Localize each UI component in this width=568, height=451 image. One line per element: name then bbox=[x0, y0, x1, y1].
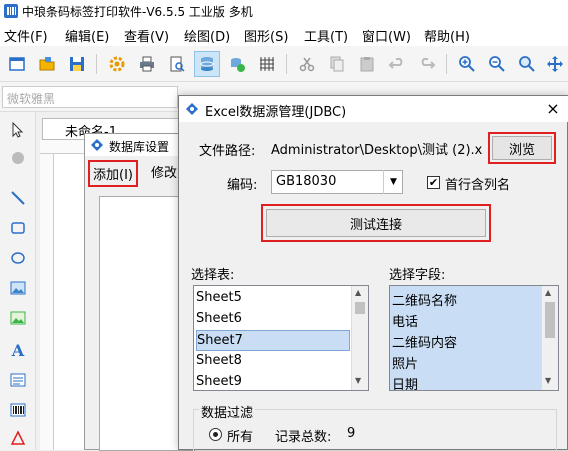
field-list-scrollbar[interactable]: ▲ ▼ bbox=[541, 286, 558, 390]
test-connection-highlight: 测试连接 bbox=[261, 204, 491, 242]
line-tool-icon[interactable] bbox=[6, 186, 30, 210]
dialog-logo-icon bbox=[186, 103, 198, 115]
dialog-title: Excel数据源管理(JDBC) bbox=[205, 105, 347, 120]
header-row-checkbox[interactable]: ✔ bbox=[427, 176, 440, 189]
settings-gear-icon[interactable] bbox=[104, 51, 130, 77]
zoom-fit-icon[interactable] bbox=[514, 51, 540, 77]
app-titlebar: 中琅条码标签打印软件-V6.5.5 工业版 多机 bbox=[0, 0, 568, 22]
rectangle-tool-icon[interactable] bbox=[6, 216, 30, 240]
new-icon[interactable] bbox=[4, 51, 30, 77]
print-icon[interactable] bbox=[134, 51, 160, 77]
redo-icon[interactable] bbox=[414, 51, 440, 77]
image-tool-icon[interactable] bbox=[6, 276, 30, 300]
open-icon[interactable] bbox=[34, 51, 60, 77]
rich-text-tool-icon[interactable] bbox=[6, 368, 30, 392]
excel-datasource-dialog: Excel数据源管理(JDBC) × 文件路径: Administrator\D… bbox=[178, 95, 568, 451]
app-logo-icon bbox=[4, 4, 18, 18]
record-count-value: 9 bbox=[347, 426, 356, 441]
app-title: 中琅条码标签打印软件-V6.5.5 工业版 多机 bbox=[22, 5, 253, 19]
database-icon[interactable] bbox=[194, 51, 220, 77]
text-tool-icon[interactable]: A bbox=[6, 338, 30, 362]
encoding-label: 编码: bbox=[227, 178, 258, 193]
menu-tools[interactable]: 工具(T) bbox=[304, 26, 348, 45]
menu-help[interactable]: 帮助(H) bbox=[424, 26, 470, 45]
ellipse-tool-icon[interactable] bbox=[6, 246, 30, 270]
scroll-down-icon[interactable]: ▼ bbox=[355, 376, 361, 385]
left-toolbox: A bbox=[0, 112, 36, 450]
sheet-item[interactable]: Sheet5 bbox=[196, 288, 350, 309]
test-connection-button[interactable]: 测试连接 bbox=[266, 209, 486, 237]
grid-icon[interactable] bbox=[254, 51, 280, 77]
database-settings-logo-icon bbox=[91, 139, 103, 151]
dialog-close-icon[interactable]: × bbox=[543, 99, 563, 118]
move-icon[interactable] bbox=[542, 51, 568, 77]
menu-file[interactable]: 文件(F) bbox=[4, 26, 48, 45]
menu-edit[interactable]: 编辑(E) bbox=[65, 26, 109, 45]
field-item[interactable]: 日期 bbox=[392, 372, 546, 390]
browse-button[interactable]: 浏览 bbox=[492, 136, 552, 160]
undo-icon[interactable] bbox=[384, 51, 410, 77]
sheet-item-selected[interactable]: Sheet7 bbox=[196, 330, 350, 351]
copy-icon[interactable] bbox=[324, 51, 350, 77]
sheet-item[interactable]: Sheet9 bbox=[196, 372, 350, 390]
zoom-out-icon[interactable] bbox=[484, 51, 510, 77]
select-sheet-label: 选择表: bbox=[191, 268, 235, 283]
add-datasource-button[interactable]: 添加(I) bbox=[88, 160, 138, 187]
rotate-tool-icon[interactable] bbox=[6, 146, 30, 170]
shape-tool-icon[interactable] bbox=[6, 426, 30, 450]
field-item[interactable]: 二维码内容 bbox=[392, 330, 546, 351]
database-connect-icon[interactable] bbox=[224, 51, 250, 77]
header-row-label: 首行含列名 bbox=[445, 178, 511, 193]
filter-all-radio[interactable] bbox=[209, 428, 222, 441]
sheet-item[interactable]: Sheet8 bbox=[196, 351, 350, 372]
scroll-down-icon[interactable]: ▼ bbox=[545, 376, 551, 385]
toolbar bbox=[0, 46, 568, 82]
file-path-field[interactable]: Administrator\Desktop\测试 (2).xls bbox=[271, 136, 483, 160]
sheet-item[interactable]: Sheet6 bbox=[196, 309, 350, 330]
file-path-label: 文件路径: bbox=[199, 144, 256, 159]
dialog-titlebar: Excel数据源管理(JDBC) bbox=[179, 96, 568, 122]
menu-shape[interactable]: 图形(S) bbox=[244, 26, 288, 45]
database-settings-title-text: 数据库设置 bbox=[109, 140, 170, 154]
paste-icon[interactable] bbox=[354, 51, 380, 77]
select-fields-label: 选择字段: bbox=[389, 268, 446, 283]
field-item[interactable]: 二维码名称 bbox=[392, 288, 546, 309]
menu-view[interactable]: 查看(V) bbox=[124, 26, 169, 45]
scroll-up-icon[interactable]: ▲ bbox=[545, 288, 551, 297]
filter-all-label: 所有 bbox=[227, 430, 254, 445]
barcode-tool-icon[interactable] bbox=[6, 398, 30, 422]
field-listbox[interactable]: 二维码名称 电话 二维码内容 照片 日期 ▲ ▼ bbox=[389, 285, 559, 391]
field-item[interactable]: 电话 bbox=[392, 309, 546, 330]
data-filter-label: 数据过滤 bbox=[199, 402, 256, 421]
browse-button-highlight: 浏览 bbox=[488, 132, 556, 164]
chevron-down-icon[interactable]: ▼ bbox=[383, 170, 403, 194]
field-item[interactable]: 照片 bbox=[392, 351, 546, 372]
print-preview-icon[interactable] bbox=[164, 51, 190, 77]
modify-datasource-button[interactable]: 修改 bbox=[151, 162, 177, 181]
cut-icon[interactable] bbox=[294, 51, 320, 77]
picture-tool-icon[interactable] bbox=[6, 306, 30, 330]
font-name-select[interactable]: 微软雅黑 bbox=[2, 86, 178, 108]
sheet-listbox[interactable]: Sheet5 Sheet6 Sheet7 Sheet8 Sheet9 ▲ ▼ bbox=[193, 285, 369, 391]
save-icon[interactable] bbox=[64, 51, 90, 77]
zoom-in-icon[interactable] bbox=[454, 51, 480, 77]
menu-bar: 文件(F) 编辑(E) 查看(V) 绘图(D) 图形(S) 工具(T) 窗口(W… bbox=[0, 22, 568, 46]
scroll-up-icon[interactable]: ▲ bbox=[355, 288, 361, 297]
menu-draw[interactable]: 绘图(D) bbox=[184, 26, 230, 45]
pointer-tool-icon[interactable] bbox=[6, 118, 30, 142]
ruler-vertical bbox=[40, 154, 54, 450]
record-count-label: 记录总数: bbox=[275, 430, 332, 445]
menu-window[interactable]: 窗口(W) bbox=[362, 26, 411, 45]
sheet-list-scrollbar[interactable]: ▲ ▼ bbox=[351, 286, 368, 390]
